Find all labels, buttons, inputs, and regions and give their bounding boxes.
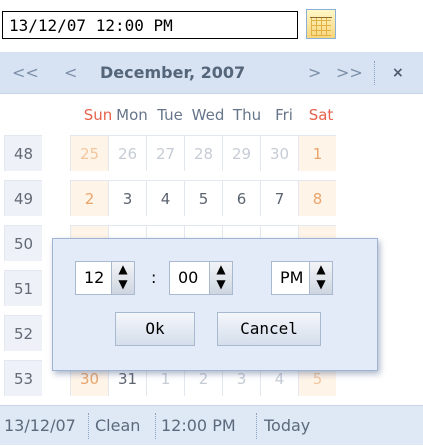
hour-spinner[interactable]: 12 ▲ ▼ — [75, 261, 135, 295]
time-picker-popup: 12 ▲ ▼ : 00 ▲ ▼ PM ▲ ▼ Ok Cancel — [52, 238, 378, 371]
weekday-tue: Tue — [157, 106, 183, 124]
week-number: 49 — [4, 180, 42, 216]
ampm-value: PM — [280, 268, 304, 287]
day-cell[interactable]: 25 — [70, 135, 108, 171]
day-cell[interactable]: 27 — [146, 135, 184, 171]
week-number: 48 — [4, 135, 42, 171]
week-number: 50 — [4, 225, 42, 261]
day-cell[interactable]: 26 — [108, 135, 146, 171]
weekday-header: Sun Mon Tue Wed Thu Fri Sat — [0, 95, 423, 135]
prev-month-button[interactable]: < — [64, 52, 77, 94]
day-cell[interactable]: 5 — [184, 180, 222, 216]
clean-button[interactable]: Clean — [95, 406, 140, 446]
week-number: 52 — [4, 315, 42, 351]
weekday-wed: Wed — [191, 106, 225, 124]
footer-separator — [155, 413, 156, 439]
weekday-mon: Mon — [116, 106, 148, 124]
today-button[interactable]: Today — [264, 406, 310, 446]
day-cell[interactable]: 6 — [222, 180, 260, 216]
minute-spinner[interactable]: 00 ▲ ▼ — [169, 261, 233, 295]
calendar-footer: 13/12/07 Clean 12:00 PM Today — [0, 405, 423, 445]
calendar-button[interactable] — [306, 9, 336, 39]
day-cell[interactable]: 3 — [108, 180, 146, 216]
day-cell[interactable]: 8 — [298, 180, 336, 216]
next-month-button[interactable]: > — [308, 52, 321, 94]
footer-separator — [256, 413, 257, 439]
minute-spin-icon[interactable]: ▲ ▼ — [209, 262, 232, 294]
weekday-thu: Thu — [232, 106, 262, 124]
time-colon: : — [151, 268, 157, 287]
nav-separator — [374, 61, 375, 85]
day-cell[interactable]: 7 — [260, 180, 298, 216]
week-number: 53 — [4, 360, 42, 396]
month-year-label[interactable]: December, 2007 — [100, 52, 245, 94]
prev-year-button[interactable]: << — [12, 52, 39, 94]
week-number: 51 — [4, 270, 42, 306]
weekday-fri: Fri — [275, 106, 293, 124]
weekday-sat: Sat — [308, 106, 334, 124]
footer-time[interactable]: 12:00 PM — [161, 406, 236, 446]
day-cell[interactable]: 29 — [222, 135, 260, 171]
footer-separator — [88, 413, 89, 439]
calendar-nav-bar: << < December, 2007 > >> × — [0, 52, 423, 94]
ampm-spin-icon[interactable]: ▲ ▼ — [309, 262, 332, 294]
day-cell[interactable]: 28 — [184, 135, 222, 171]
cancel-button[interactable]: Cancel — [217, 312, 321, 346]
minute-value: 00 — [178, 268, 199, 287]
close-button[interactable]: × — [392, 52, 404, 94]
day-cell[interactable]: 2 — [70, 180, 108, 216]
ampm-spinner[interactable]: PM ▲ ▼ — [271, 261, 333, 295]
calendar-popup: << < December, 2007 > >> × Sun Mon Tue W… — [0, 52, 423, 445]
next-year-button[interactable]: >> — [336, 52, 363, 94]
calendar-grid-icon — [311, 18, 331, 36]
hour-value: 12 — [84, 268, 105, 287]
day-cell[interactable]: 4 — [146, 180, 184, 216]
day-cell[interactable]: 1 — [298, 135, 336, 171]
ok-button[interactable]: Ok — [115, 312, 195, 346]
datetime-input[interactable] — [2, 11, 298, 39]
hour-spin-icon[interactable]: ▲ ▼ — [111, 262, 134, 294]
footer-date[interactable]: 13/12/07 — [4, 406, 76, 446]
day-cell[interactable]: 30 — [260, 135, 298, 171]
